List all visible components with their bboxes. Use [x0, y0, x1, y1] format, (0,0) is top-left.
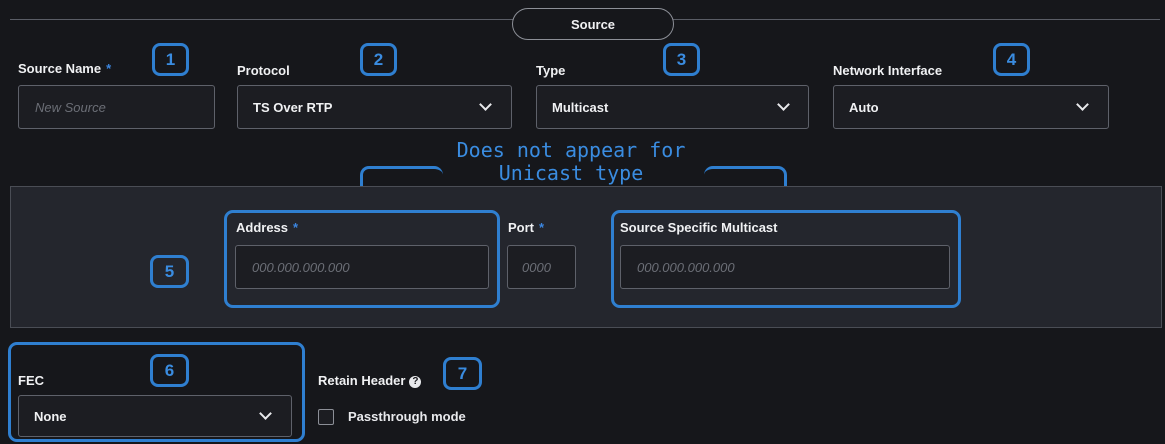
address-label-text: Address	[236, 220, 289, 235]
callout-number-2: 2	[360, 43, 397, 76]
type-select[interactable]: Multicast	[536, 85, 809, 129]
chevron-down-icon	[259, 407, 272, 420]
chevron-down-icon	[479, 98, 492, 111]
network-interface-select[interactable]: Auto	[833, 85, 1109, 129]
required-mark: *	[293, 220, 299, 235]
passthrough-label: Passthrough mode	[348, 409, 466, 424]
fec-select[interactable]: None	[18, 395, 292, 437]
retain-header-label-text: Retain Header	[318, 373, 406, 388]
ssm-input[interactable]: 000.000.000.000	[620, 245, 950, 289]
fec-label: FEC	[18, 373, 44, 388]
network-interface-label: Network Interface	[833, 63, 943, 78]
callout-number-6: 6	[150, 354, 189, 387]
passthrough-checkbox[interactable]	[318, 409, 334, 425]
required-mark: *	[539, 220, 545, 235]
ssm-label: Source Specific Multicast	[620, 220, 778, 235]
type-label: Type	[536, 63, 566, 78]
unicast-note: Does not appear for Unicast type	[426, 139, 716, 185]
type-value: Multicast	[552, 100, 609, 115]
callout-number-7: 7	[443, 357, 482, 390]
source-name-placeholder: New Source	[35, 100, 106, 115]
protocol-value: TS Over RTP	[253, 100, 333, 115]
source-name-label-text: Source Name	[18, 61, 102, 76]
port-label-text: Port	[508, 220, 534, 235]
address-placeholder: 000.000.000.000	[252, 260, 350, 275]
address-label: Address *	[236, 220, 298, 235]
source-section-tab[interactable]: Source	[512, 8, 674, 40]
port-placeholder: 0000	[522, 260, 551, 275]
source-name-label: Source Name *	[18, 61, 111, 76]
chevron-down-icon	[1076, 98, 1089, 111]
chevron-down-icon	[777, 98, 790, 111]
port-label: Port *	[508, 220, 544, 235]
required-mark: *	[106, 61, 112, 76]
unicast-note-line1: Does not appear for	[456, 138, 686, 162]
retain-header-label: Retain Header?	[318, 373, 422, 388]
help-icon[interactable]: ?	[409, 375, 422, 388]
fec-value: None	[34, 409, 67, 424]
callout-number-4: 4	[993, 43, 1030, 76]
port-input[interactable]: 0000	[507, 245, 576, 289]
callout-number-3: 3	[663, 43, 700, 76]
network-interface-value: Auto	[849, 100, 879, 115]
callout-number-5: 5	[150, 255, 189, 288]
source-name-input[interactable]: New Source	[18, 85, 215, 129]
address-input[interactable]: 000.000.000.000	[235, 245, 489, 289]
protocol-label: Protocol	[237, 63, 290, 78]
unicast-note-line2: Unicast type	[498, 161, 644, 185]
ssm-placeholder: 000.000.000.000	[637, 260, 735, 275]
protocol-select[interactable]: TS Over RTP	[237, 85, 512, 129]
callout-number-1: 1	[152, 43, 189, 76]
